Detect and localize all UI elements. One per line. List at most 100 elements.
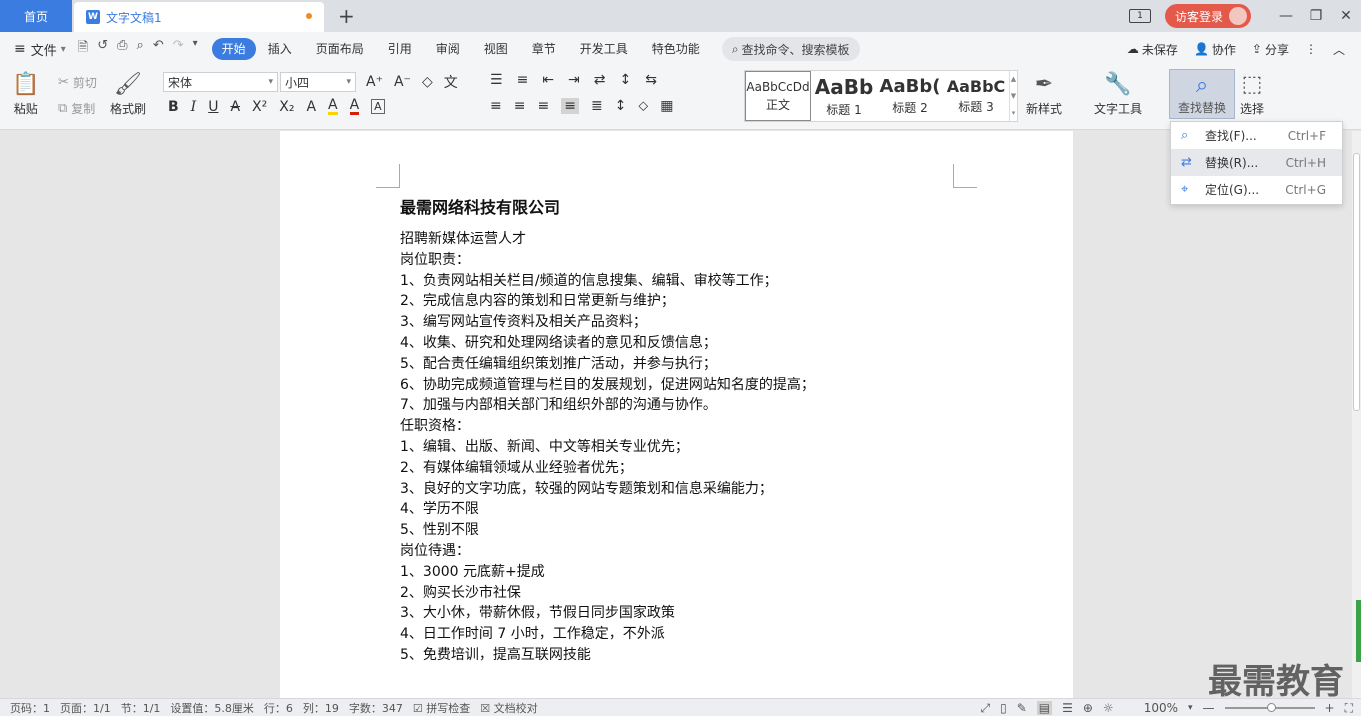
status-row[interactable]: 行：6 (264, 700, 293, 716)
command-search[interactable]: ⌕ 查找命令、搜索模板 (721, 37, 860, 61)
numbered-list-icon[interactable]: ≡ (517, 72, 529, 88)
collapse-ribbon-icon[interactable]: ︿ (1333, 41, 1345, 58)
style-normal[interactable]: AaBbCcDd 正文 (745, 71, 811, 121)
text-effect-button[interactable]: A (306, 99, 316, 115)
fullscreen-icon[interactable]: ⤢ (980, 701, 990, 716)
superscript-button[interactable]: X² (252, 99, 267, 115)
italic-button[interactable]: I (191, 99, 197, 115)
spellcheck-toggle[interactable]: ☑ 拼写检查 (413, 700, 470, 716)
guest-login-button[interactable]: 访客登录 (1164, 4, 1251, 28)
fit-page-icon[interactable]: ⛶ (1345, 701, 1353, 716)
distribute-icon[interactable]: ≣ (591, 98, 603, 114)
file-menu[interactable]: ≡ 文件 ▾ (14, 40, 66, 59)
status-col[interactable]: 列：19 (303, 700, 339, 716)
new-tab-button[interactable]: + (338, 4, 355, 28)
doccheck-toggle[interactable]: ☒ 文档校对 (480, 700, 537, 716)
menu-item-goto[interactable]: ⌖ 定位(G)... Ctrl+G (1171, 176, 1342, 203)
paste-button[interactable]: 📋 粘贴 (12, 70, 39, 117)
menu-item-replace[interactable]: ⇄ 替换(R)... Ctrl+H (1171, 149, 1342, 176)
increase-font-icon[interactable]: A⁺ (366, 74, 383, 90)
char-border-button[interactable]: A (371, 99, 385, 114)
collab-button[interactable]: 👤 协作 (1194, 41, 1236, 58)
unsaved-status[interactable]: ☁ 未保存 (1127, 41, 1178, 58)
text-tools-button[interactable]: 🔧 文字工具 (1094, 70, 1142, 117)
font-size-select[interactable]: 小四 ▾ (280, 72, 356, 92)
borders-icon[interactable]: ▦ (660, 98, 673, 114)
format-painter-button[interactable]: 🖌 格式刷 (110, 70, 146, 117)
tab-references[interactable]: 引用 (376, 38, 424, 60)
side-panel-tab[interactable] (1356, 600, 1361, 662)
style-gallery-scroll[interactable]: ▲ ▼ ▾ (1009, 71, 1017, 121)
print-preview-icon[interactable]: ⌕ (137, 38, 144, 60)
chevron-down-icon[interactable]: ▾ (1188, 703, 1193, 713)
undo-icon[interactable]: ↶ (153, 38, 164, 60)
outline-view-icon[interactable]: ☰ (1062, 701, 1073, 715)
status-setting[interactable]: 设置值：5.8厘米 (170, 700, 254, 716)
align-left-icon[interactable]: ≡ (490, 98, 502, 114)
more-options-icon[interactable]: ⋮ (1305, 42, 1317, 56)
show-marks-icon[interactable]: ⇆ (645, 72, 657, 88)
font-name-select[interactable]: 宋体 ▾ (163, 72, 278, 92)
document-body[interactable]: 最需网络科技有限公司 招聘新媒体运营人才 岗位职责： 1、负责网站相关栏目/频道的信… (400, 197, 1000, 666)
home-tab[interactable]: 首页 (0, 0, 72, 32)
web-view-icon[interactable]: ⊕ (1083, 701, 1093, 715)
align-right-icon[interactable]: ≡ (537, 98, 549, 114)
style-heading-3[interactable]: AaBbC 标题 3 (943, 71, 1009, 121)
eye-protection-icon[interactable]: ☼ (1103, 701, 1114, 715)
save-icon[interactable]: 🗎 (78, 38, 88, 60)
status-pages[interactable]: 页面：1/1 (60, 700, 111, 716)
zoom-slider[interactable] (1224, 703, 1315, 712)
sort-icon[interactable]: ↕ (620, 72, 632, 88)
tab-home[interactable]: 开始 (211, 38, 256, 60)
highlight-button[interactable]: A (328, 98, 338, 115)
status-wordcount[interactable]: 字数：347 (349, 700, 403, 716)
tab-developer[interactable]: 开发工具 (568, 38, 640, 60)
menu-item-find[interactable]: ⌕ 查找(F)... Ctrl+F (1171, 122, 1342, 149)
tab-features[interactable]: 特色功能 (640, 38, 712, 60)
zoom-in-button[interactable]: + (1325, 701, 1335, 715)
window-layout-icon[interactable]: 1 (1128, 9, 1151, 23)
shading-icon[interactable]: ⬦ (638, 98, 648, 114)
share-button[interactable]: ⇪ 分享 (1252, 41, 1289, 58)
redo-icon[interactable]: ↷ (173, 38, 184, 60)
tab-review[interactable]: 审阅 (424, 38, 472, 60)
tab-page-layout[interactable]: 页面布局 (304, 38, 376, 60)
decrease-font-icon[interactable]: A⁻ (394, 74, 411, 90)
restore-button[interactable]: ❐ (1301, 8, 1331, 24)
customize-toolbar-icon[interactable]: ▾ (193, 38, 198, 60)
edit-mode-icon[interactable]: ✎ (1017, 701, 1027, 715)
strikethrough-button[interactable]: A (230, 99, 240, 115)
status-section[interactable]: 节：1/1 (121, 700, 161, 716)
style-heading-2[interactable]: AaBb( 标题 2 (877, 71, 943, 121)
bullet-list-icon[interactable]: ☰ (490, 72, 503, 88)
new-style-button[interactable]: ✒ 新样式 (1026, 70, 1062, 117)
chinese-layout-icon[interactable]: ⇄ (594, 72, 606, 88)
document-tab[interactable]: W 文字文稿1 (74, 2, 324, 32)
font-color-button[interactable]: A (349, 98, 360, 115)
page-view-icon[interactable]: ▤ (1036, 701, 1053, 715)
increase-indent-icon[interactable]: ⇥ (568, 72, 580, 88)
decrease-indent-icon[interactable]: ⇤ (542, 72, 554, 88)
document-page[interactable]: 最需网络科技有限公司 招聘新媒体运营人才 岗位职责： 1、负责网站相关栏目/频道的信… (280, 131, 1073, 698)
format-icon[interactable]: ↺ (97, 38, 108, 60)
tab-chapter[interactable]: 章节 (520, 38, 568, 60)
copy-button[interactable]: ⧉ 复制 (58, 100, 95, 117)
phonetic-guide-icon[interactable]: 文 (444, 72, 458, 92)
clear-format-icon[interactable]: ◇ (422, 74, 433, 90)
scrollbar-thumb[interactable] (1353, 153, 1360, 411)
cut-button[interactable]: ✂ 剪切 (58, 74, 97, 91)
status-page[interactable]: 页码：1 (10, 700, 50, 716)
select-button[interactable]: ⬚ 选择 (1240, 70, 1264, 117)
tab-insert[interactable]: 插入 (256, 38, 304, 60)
underline-button[interactable]: U (208, 99, 218, 115)
zoom-level[interactable]: 100% (1144, 701, 1178, 715)
minimize-button[interactable]: — (1271, 8, 1301, 24)
zoom-slider-thumb[interactable] (1266, 703, 1276, 712)
zoom-out-button[interactable]: — (1203, 701, 1215, 715)
line-spacing-icon[interactable]: ↕ (615, 98, 627, 114)
reading-mode-icon[interactable]: ▯ (1000, 701, 1007, 715)
close-button[interactable]: ✕ (1331, 8, 1361, 24)
justify-icon[interactable]: ≡ (561, 98, 579, 114)
tab-view[interactable]: 视图 (472, 38, 520, 60)
print-icon[interactable]: ⎙ (117, 38, 127, 60)
